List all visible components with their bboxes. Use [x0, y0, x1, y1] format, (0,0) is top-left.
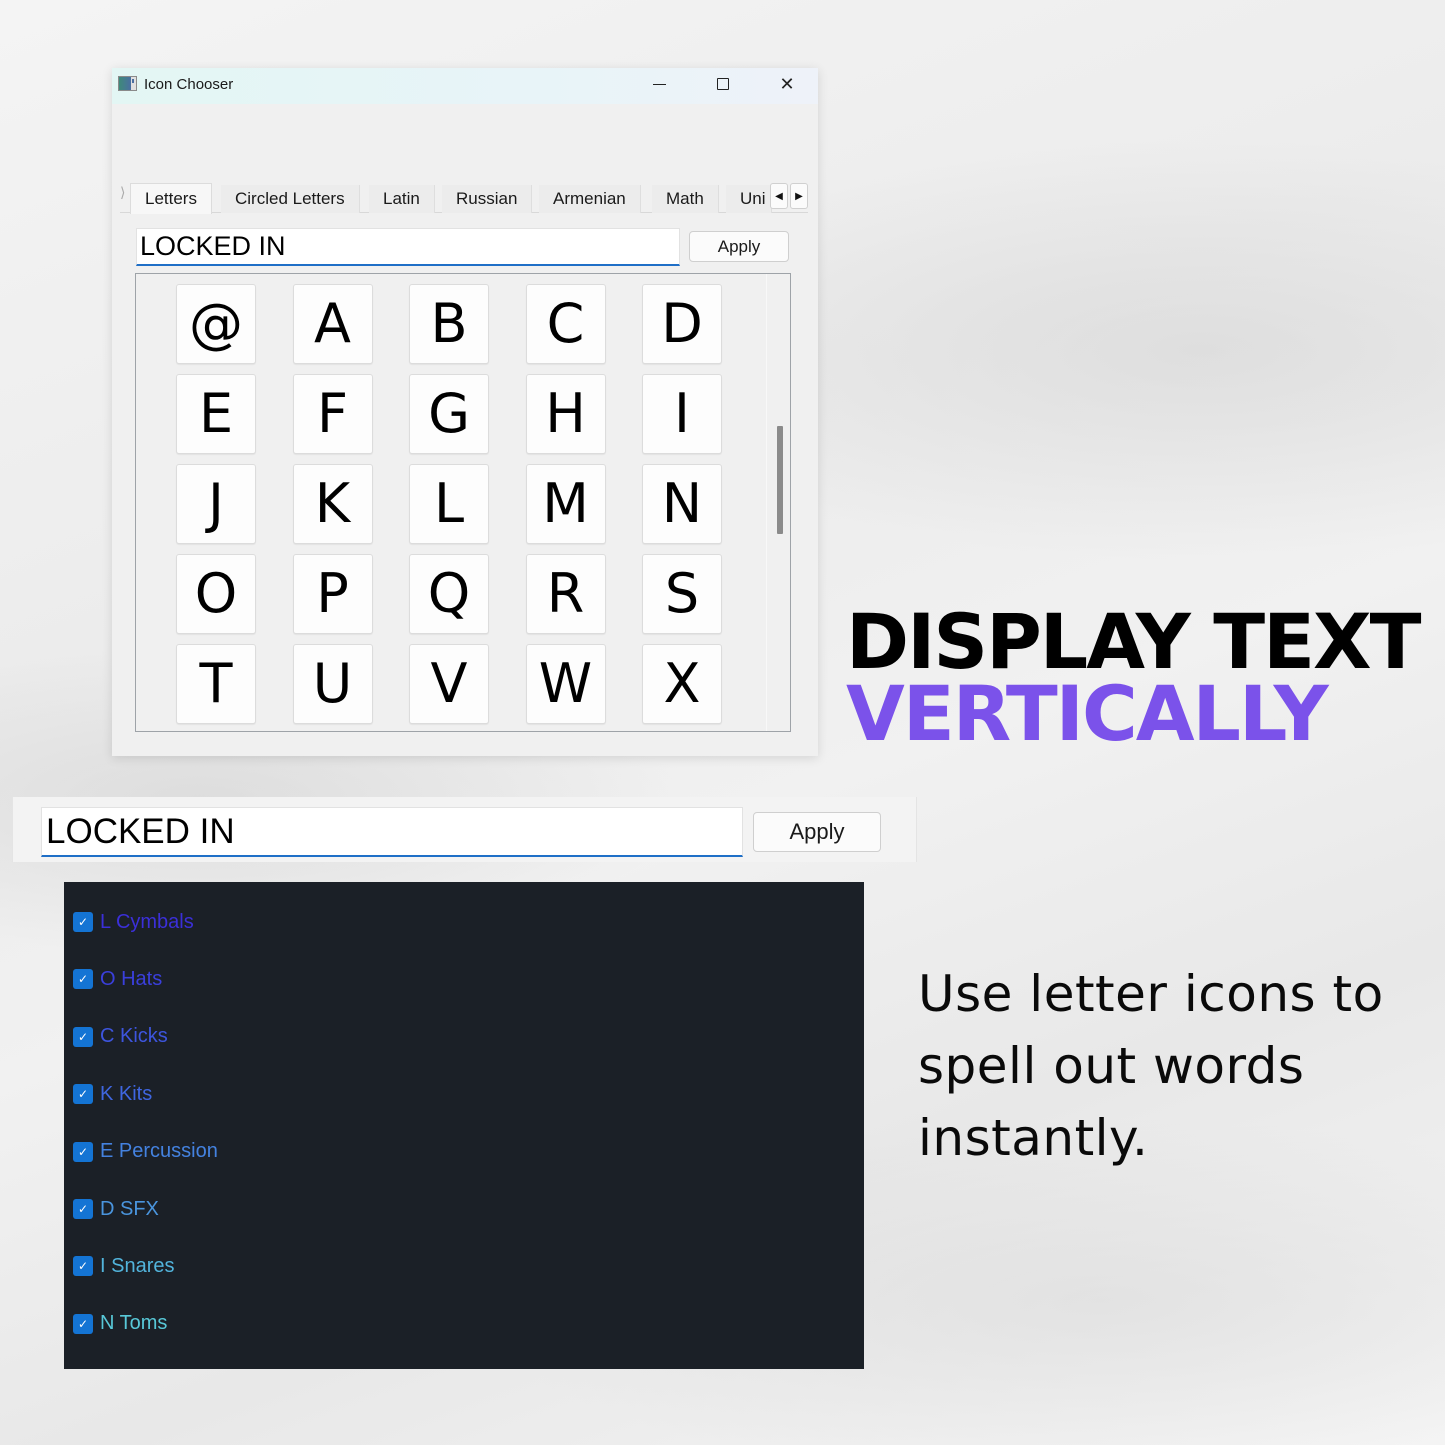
- icon-cell[interactable]: @: [176, 284, 256, 364]
- icon-cell[interactable]: L: [409, 464, 489, 544]
- checkbox-checked-icon[interactable]: ✓: [73, 1313, 93, 1334]
- checkbox-checked-icon[interactable]: ✓: [73, 912, 93, 932]
- icon-cell[interactable]: X: [642, 644, 722, 724]
- tab-overflow-left-icon: ⟩: [120, 185, 126, 201]
- checklist-item-label: D SFX: [100, 1197, 159, 1220]
- subcopy: Use letter icons to spell out words inst…: [918, 965, 1384, 1167]
- tab-circled-letters[interactable]: Circled Letters: [221, 185, 360, 213]
- text-input[interactable]: [136, 228, 680, 266]
- icon-cell[interactable]: I: [642, 374, 722, 454]
- icon-chooser-window: Icon Chooser ✕ ⟩ Letters Circled Letters…: [112, 68, 818, 756]
- icon-cell[interactable]: S: [642, 554, 722, 634]
- icon-cell[interactable]: G: [409, 374, 489, 454]
- checklist-item-label: E Percussion: [100, 1140, 218, 1163]
- checklist-item[interactable]: ✓ I Snares: [73, 1254, 174, 1278]
- strip-text-input[interactable]: [41, 807, 743, 857]
- checklist-item-label: N Toms: [100, 1312, 168, 1335]
- checklist-item-label: I Snares: [100, 1254, 175, 1277]
- headline-line-1: DISPLAY TEXT: [846, 597, 1421, 686]
- icon-cell[interactable]: E: [176, 374, 256, 454]
- tab-russian[interactable]: Russian: [442, 185, 533, 213]
- strip-apply-button[interactable]: Apply: [753, 812, 881, 852]
- tab-math[interactable]: Math: [652, 185, 719, 213]
- tab-unicode[interactable]: Uni: [726, 185, 772, 213]
- close-button[interactable]: ✕: [764, 68, 810, 100]
- tab-latin[interactable]: Latin: [369, 185, 435, 213]
- icon-cell[interactable]: T: [176, 644, 256, 724]
- icon-cell[interactable]: A: [292, 284, 373, 364]
- tab-scroll-buttons: ◀ ▶: [770, 183, 808, 209]
- close-icon: ✕: [779, 73, 795, 95]
- checkbox-checked-icon[interactable]: ✓: [73, 969, 93, 990]
- icon-cell[interactable]: V: [409, 644, 489, 724]
- icon-cell[interactable]: W: [525, 644, 606, 724]
- tab-bar: ⟩ Letters Circled Letters Latin Russian …: [120, 183, 808, 214]
- checklist-item-label: K Kits: [100, 1082, 153, 1105]
- scrollbar-thumb[interactable]: [777, 426, 783, 534]
- apply-button[interactable]: Apply: [689, 231, 789, 262]
- tab-scroll-right-button[interactable]: ▶: [790, 183, 808, 209]
- icon-cell[interactable]: C: [525, 284, 606, 364]
- checklist-item-label: O Hats: [100, 967, 163, 990]
- tab-label: Circled Letters: [235, 189, 345, 208]
- icon-cell[interactable]: Q: [409, 554, 489, 634]
- checkbox-checked-icon[interactable]: ✓: [73, 1084, 93, 1105]
- checkbox-checked-icon[interactable]: ✓: [73, 1141, 93, 1162]
- icon-cell[interactable]: O: [176, 554, 256, 634]
- checkbox-checked-icon[interactable]: ✓: [73, 1026, 93, 1047]
- checkbox-checked-icon[interactable]: ✓: [73, 1199, 93, 1219]
- icon-cell[interactable]: R: [525, 554, 606, 634]
- icon-cell[interactable]: K: [292, 464, 373, 544]
- icon-grid-panel: @ A B C D E F G H I J K L M N O P Q R S T U V W X: [135, 273, 791, 732]
- text-input-row: Apply: [136, 228, 790, 266]
- checklist-item[interactable]: ✓ C Kicks: [73, 1025, 168, 1049]
- icon-cell[interactable]: M: [525, 464, 606, 544]
- icon-cell[interactable]: H: [525, 374, 606, 454]
- icon-cell[interactable]: F: [292, 374, 373, 454]
- tab-label: Uni: [740, 189, 766, 208]
- title-bar[interactable]: Icon Chooser ✕: [112, 68, 818, 104]
- checkbox-checked-icon[interactable]: ✓: [73, 1256, 93, 1277]
- tab-armenian[interactable]: Armenian: [539, 185, 641, 213]
- checklist-item[interactable]: ✓ O Hats: [73, 967, 162, 991]
- track-checklist-panel: ✓ L Cymbals ✓ O Hats ✓ C Kicks ✓ K Kits ✓ E Percu…: [64, 882, 864, 1369]
- icon-cell[interactable]: N: [642, 464, 722, 544]
- checklist-item[interactable]: ✓ D SFX: [73, 1197, 159, 1221]
- tab-label: Armenian: [553, 189, 626, 208]
- maximize-icon: [717, 78, 729, 90]
- tab-scroll-left-button[interactable]: ◀: [770, 183, 788, 209]
- icon-cell[interactable]: U: [292, 644, 373, 724]
- arrow-right-icon: ▶: [795, 190, 803, 202]
- vertical-scrollbar[interactable]: [766, 274, 790, 731]
- checklist-item-label: L Cymbals: [100, 910, 194, 933]
- tab-label: Letters: [145, 189, 197, 208]
- input-strip: Apply: [12, 797, 917, 862]
- checklist-item[interactable]: ✓ K Kits: [73, 1082, 152, 1106]
- icon-cell[interactable]: B: [409, 284, 489, 364]
- window-title: Icon Chooser: [144, 76, 234, 93]
- checklist-item-label: C Kicks: [100, 1025, 168, 1048]
- checklist-item[interactable]: ✓ E Percussion: [73, 1140, 218, 1164]
- tab-label: Latin: [383, 189, 420, 208]
- icon-cell[interactable]: D: [642, 284, 722, 364]
- checklist-item[interactable]: ✓ N Toms: [73, 1312, 167, 1336]
- icon-cell[interactable]: J: [176, 464, 256, 544]
- arrow-left-icon: ◀: [775, 190, 783, 202]
- checklist-item[interactable]: ✓ L Cymbals: [73, 910, 194, 934]
- tab-label: Math: [666, 189, 704, 208]
- icon-grid: @ A B C D E F G H I J K L M N O P Q R S T U V W X: [176, 284, 722, 724]
- headline: DISPLAY TEXT VERTICALLY: [846, 597, 1421, 759]
- tab-label: Russian: [456, 189, 518, 208]
- icon-cell[interactable]: P: [292, 554, 373, 634]
- headline-line-2: VERTICALLY: [846, 669, 1329, 759]
- app-icon: [118, 76, 137, 91]
- minimize-button[interactable]: [636, 68, 682, 100]
- maximize-button[interactable]: [700, 68, 746, 100]
- tab-letters[interactable]: Letters: [130, 183, 212, 214]
- minimize-icon: [652, 83, 666, 85]
